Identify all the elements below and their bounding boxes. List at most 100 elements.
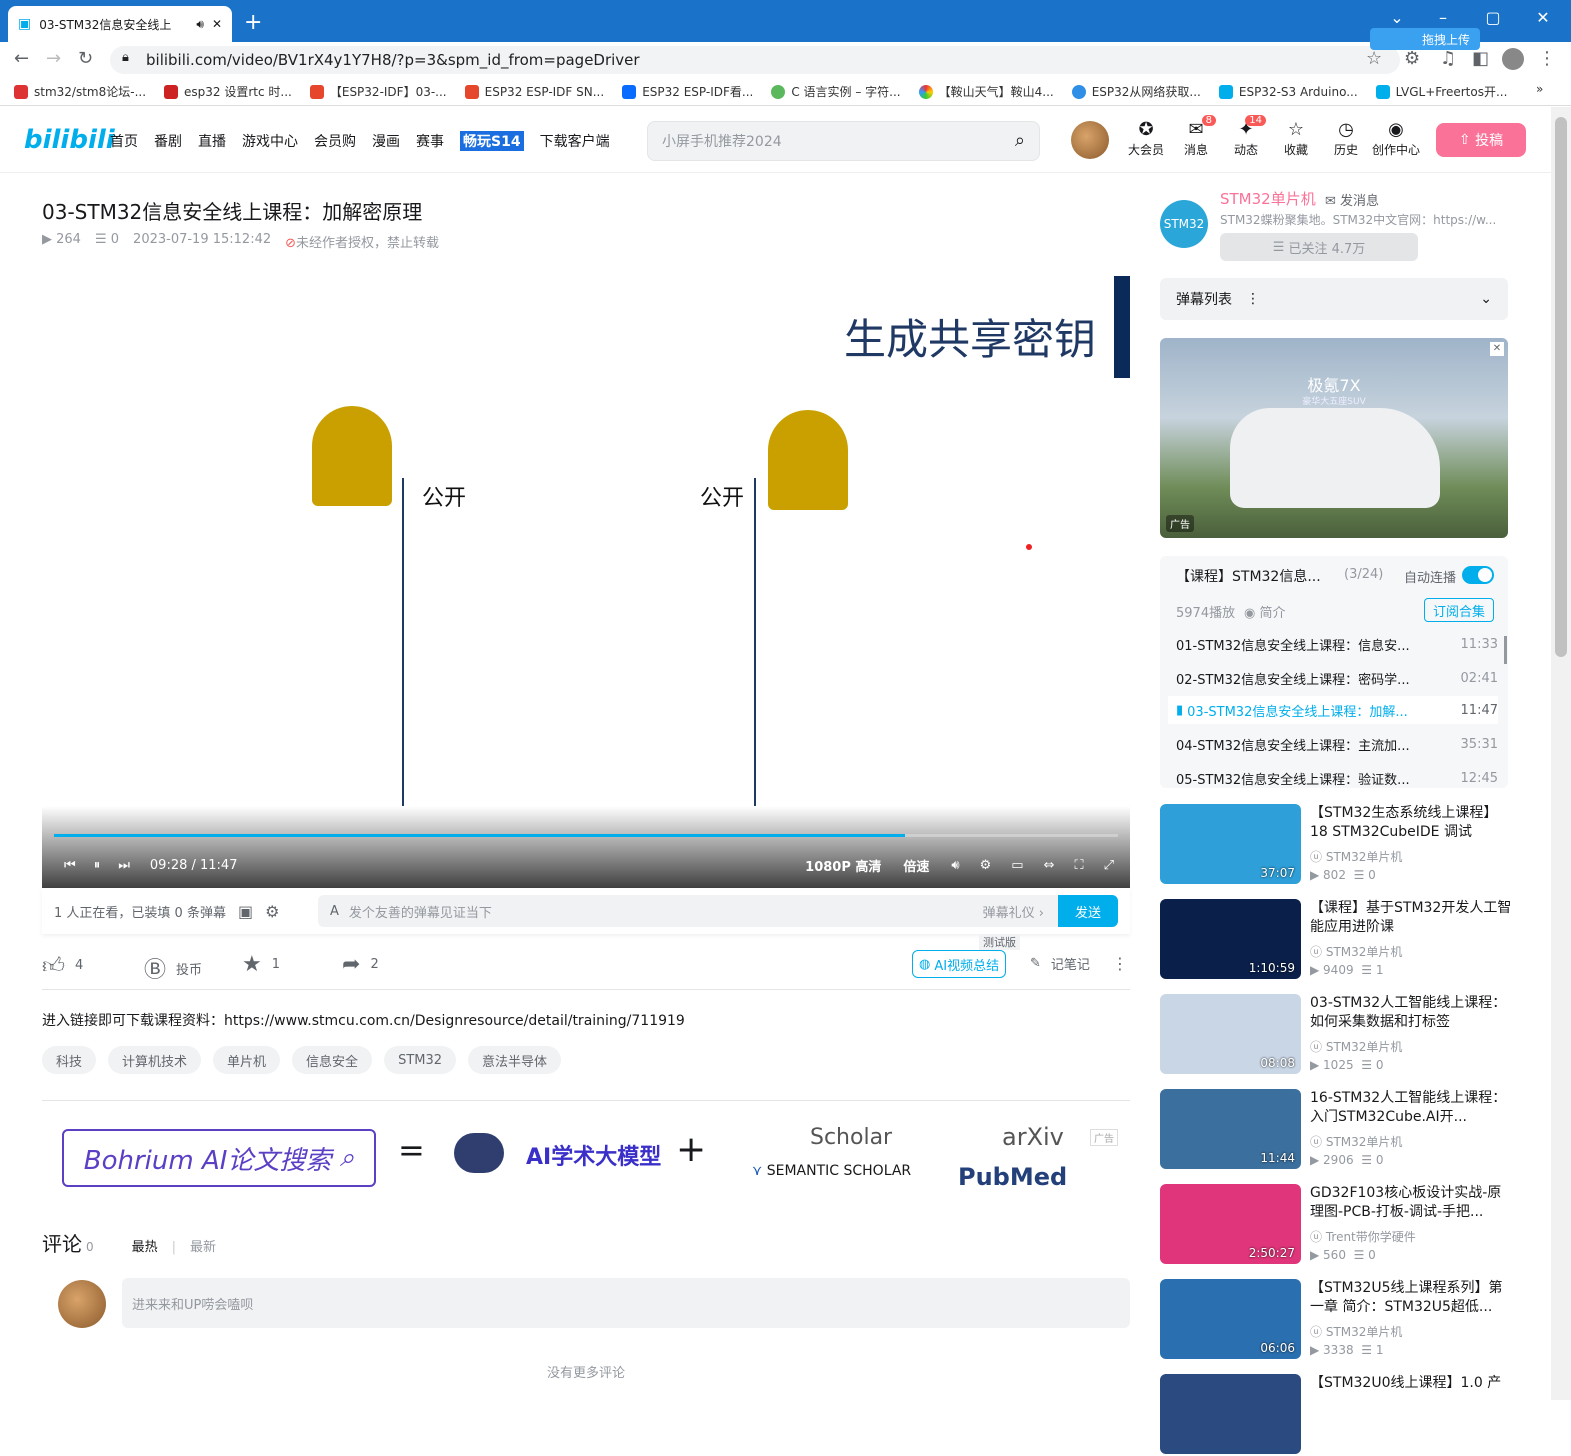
rec-title[interactable]: 【STM32生态系统线上课程】18 STM32CubeIDE 调试 — [1310, 804, 1515, 844]
video-thumbnail[interactable]: 2:50:27 — [1160, 1184, 1301, 1264]
nav-s14[interactable]: 畅玩S14 — [460, 131, 524, 151]
rec-title[interactable]: 【STM32U0线上课程】1.0 产 — [1310, 1374, 1515, 1414]
recommendation-card[interactable]: 06:06 【STM32U5线上课程系列】第一章 简介：STM32U5超低... ⓤ… — [1160, 1279, 1550, 1361]
rec-title[interactable]: 16-STM32人工智能线上课程：入门STM32Cube.AI开... — [1310, 1089, 1515, 1129]
autoplay-toggle[interactable] — [1462, 566, 1494, 584]
follow-button[interactable]: ☰ 已关注 4.7万 — [1220, 233, 1418, 261]
scroll-thumb[interactable] — [1555, 117, 1567, 657]
tag[interactable]: 意法半导体 — [468, 1046, 562, 1074]
playlist-item[interactable]: 04-STM32信息安全线上课程：主流加... 35:31 — [1176, 730, 1498, 758]
recommendation-card[interactable]: 11:44 16-STM32人工智能线上课程：入门STM32Cube.AI开...… — [1160, 1089, 1550, 1171]
send-message-link[interactable]: ✉ 发消息 — [1325, 190, 1379, 209]
close-tab-icon[interactable]: ✕ — [212, 17, 222, 31]
uploader-name[interactable]: STM32单片机 — [1220, 188, 1316, 209]
close-window-icon[interactable]: ✕ — [1528, 8, 1558, 27]
danmaku-input[interactable]: A 发个友善的弹幕见证当下 弹幕礼仪 › 发送 — [318, 895, 1118, 927]
star-icon[interactable]: ☆ — [1366, 48, 1382, 69]
bookmark[interactable]: stm32/stm8论坛-... — [14, 83, 146, 100]
media-icon[interactable]: ♫ — [1440, 48, 1456, 69]
more-icon[interactable]: ⋮ — [1246, 291, 1260, 307]
close-ad-icon[interactable]: ✕ — [1490, 342, 1504, 356]
rec-uploader[interactable]: ⓤ STM32单片机 — [1310, 848, 1402, 865]
ai-summary-button[interactable]: ◍ AI视频总结 — [912, 950, 1007, 978]
rec-uploader[interactable]: ⓤ STM32单片机 — [1310, 1038, 1402, 1055]
danmaku-list-toggle[interactable]: 弹幕列表 ⋮ ⌄ — [1160, 278, 1508, 320]
rec-uploader[interactable]: ⓤ STM32单片机 — [1310, 1133, 1402, 1150]
bookmark[interactable]: ESP32 ESP-IDF SN... — [464, 84, 604, 99]
playlist-item[interactable]: 05-STM32信息安全线上课程：验证数... 12:45 — [1176, 764, 1498, 788]
sort-new[interactable]: 最新 — [190, 1236, 216, 1255]
menu-icon[interactable]: ⋮ — [1538, 48, 1556, 69]
share-button[interactable]: ➦ 2 — [342, 952, 379, 977]
widescreen-icon[interactable]: ⇔ — [1044, 858, 1055, 873]
header-dynamic[interactable]: 14 ✦ 动态 — [1222, 115, 1270, 158]
profile-icon[interactable] — [1502, 48, 1524, 70]
url-field[interactable]: 🔒︎ bilibili.com/video/BV1rX4y1Y7H8/?p=3&… — [110, 46, 1400, 74]
video-thumbnail[interactable]: 37:07 — [1160, 804, 1301, 884]
rec-uploader[interactable]: ⓤ STM32单片机 — [1310, 1323, 1402, 1340]
tag[interactable]: 科技 — [42, 1046, 97, 1074]
playlist-item[interactable]: 01-STM32信息安全线上课程：信息安... 11:33 — [1176, 630, 1498, 658]
text-style-icon[interactable]: A — [330, 904, 339, 919]
recommendation-card[interactable]: 37:07 【STM32生态系统线上课程】18 STM32CubeIDE 调试 ⓤ … — [1160, 804, 1550, 886]
favorite-button[interactable]: ★ 1 — [242, 952, 280, 977]
rec-title[interactable]: GD32F103核心板设计实战-原理图-PCB-打板-调试-手把... — [1310, 1184, 1515, 1224]
nav-mall[interactable]: 会员购 — [314, 131, 356, 151]
fullscreen-icon[interactable]: ⤢ — [1104, 858, 1114, 873]
rec-uploader[interactable]: ⓤ Trent带你学硬件 — [1310, 1228, 1416, 1245]
nav-home[interactable]: 首页 — [110, 131, 138, 151]
send-button[interactable]: 发送 — [1058, 895, 1118, 927]
search-icon[interactable]: ⌕ — [1015, 130, 1025, 151]
tag[interactable]: STM32 — [384, 1046, 457, 1074]
header-favorites[interactable]: ☆ 收藏 — [1272, 119, 1320, 158]
nav-match[interactable]: 赛事 — [416, 131, 444, 151]
webfullscreen-icon[interactable]: ⛶ — [1074, 858, 1083, 873]
nav-game[interactable]: 游戏中心 — [242, 131, 298, 151]
car-ad[interactable]: 极氪7X 豪华大五座SUV 广告 ✕ — [1160, 338, 1508, 538]
danmaku-toggle-icon[interactable]: ▣ — [238, 902, 253, 921]
header-history[interactable]: ◷ 历史 — [1322, 119, 1370, 158]
extensions-icon[interactable]: ⚙ — [1404, 48, 1420, 69]
pause-icon[interactable]: ⏸︎ — [94, 858, 101, 873]
pip-icon[interactable]: ▭ — [1011, 858, 1023, 873]
sidepanel-icon[interactable]: ◧ — [1472, 48, 1489, 69]
playlist-scrollbar[interactable] — [1504, 636, 1507, 664]
site-logo[interactable]: bilibili — [24, 125, 115, 155]
danmaku-settings-icon[interactable]: ⚙ — [265, 902, 279, 921]
playlist-item[interactable]: 02-STM32信息安全线上课程：密码学... 02:41 — [1176, 664, 1498, 692]
tag[interactable]: 信息安全 — [292, 1046, 373, 1074]
page-scrollbar[interactable] — [1551, 107, 1571, 1400]
tab-search-icon[interactable]: ⌄ — [1382, 8, 1412, 27]
browser-tab[interactable]: ▣ 03-STM32信息安全线上 🔊︎ ✕ — [8, 6, 232, 42]
bookmark[interactable]: ESP32从网络获取... — [1071, 83, 1201, 100]
nav-manga[interactable]: 漫画 — [372, 131, 400, 151]
playlist-item-active[interactable]: ▮ 03-STM32信息安全线上课程：加解... 11:47 — [1168, 696, 1498, 724]
more-icon[interactable]: ⋮ — [1112, 954, 1128, 973]
recommendation-card[interactable]: 08:08 03-STM32人工智能线上课程：如何采集数据和打标签 ⓤ STM32单… — [1160, 994, 1550, 1076]
tag[interactable]: 单片机 — [213, 1046, 281, 1074]
video-thumbnail[interactable]: 1:10:59 — [1160, 899, 1301, 979]
recommendation-card[interactable]: 2:50:27 GD32F103核心板设计实战-原理图-PCB-打板-调试-手把.… — [1160, 1184, 1550, 1266]
video-thumbnail[interactable]: 11:44 — [1160, 1089, 1301, 1169]
rec-title[interactable]: 【STM32U5线上课程系列】第一章 简介：STM32U5超低... — [1310, 1279, 1515, 1319]
comment-input[interactable]: 进来来和UP唠会嗑呗 — [122, 1278, 1130, 1328]
header-messages[interactable]: 8 ✉ 消息 — [1172, 115, 1220, 158]
video-thumbnail[interactable]: 06:06 — [1160, 1279, 1301, 1359]
new-tab-icon[interactable]: + — [244, 10, 262, 35]
bookmark[interactable]: 【鞍山天气】鞍山4... — [918, 83, 1054, 100]
rec-title[interactable]: 【课程】基于STM32开发人工智能应用进阶课 — [1310, 899, 1515, 939]
uploader-avatar[interactable]: STM32 — [1160, 200, 1208, 248]
playlist-title[interactable]: 【课程】STM32信息... — [1176, 566, 1321, 586]
danmaku-etiquette-link[interactable]: 弹幕礼仪 › — [983, 902, 1044, 921]
back-icon[interactable]: ← — [14, 48, 29, 69]
reload-icon[interactable]: ↻ — [78, 48, 93, 69]
rec-title[interactable]: 03-STM32人工智能线上课程：如何采集数据和打标签 — [1310, 994, 1515, 1034]
bookmark[interactable]: ESP32 ESP-IDF看... — [622, 83, 753, 100]
video-player[interactable]: 生成共享密钥 公开 公开 ⏮︎ ⏸︎ ⏭︎ 09:28 / 11:47 1080… — [42, 276, 1130, 888]
like-button[interactable]: 👍︎ 4 — [42, 952, 83, 979]
rec-uploader[interactable]: ⓤ STM32单片机 — [1310, 943, 1402, 960]
bookmark[interactable]: LVGL+Freertos开... — [1375, 83, 1507, 100]
nav-anime[interactable]: 番剧 — [154, 131, 182, 151]
prev-icon[interactable]: ⏮︎ — [64, 858, 76, 873]
playlist-intro[interactable]: ◉ 简介 — [1244, 602, 1286, 621]
